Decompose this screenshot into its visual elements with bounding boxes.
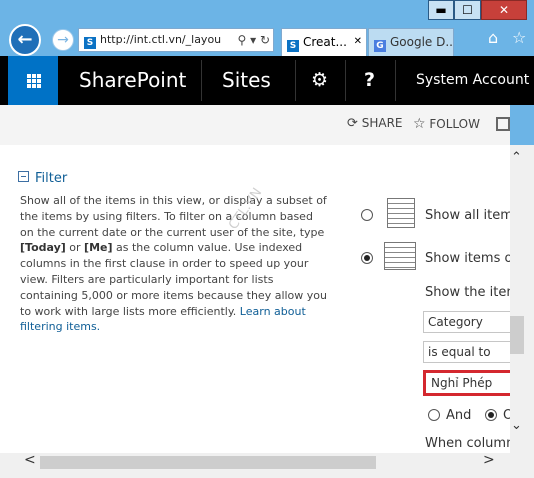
and-radio[interactable] bbox=[428, 409, 440, 421]
tab-close-icon[interactable]: ✕ bbox=[354, 29, 362, 55]
focus-mode-icon[interactable] bbox=[496, 117, 510, 131]
sharepoint-icon: S bbox=[287, 40, 299, 52]
column-select[interactable]: Category bbox=[423, 311, 511, 333]
arrow-right-icon: → bbox=[57, 32, 69, 48]
google-icon: G bbox=[374, 40, 386, 52]
scroll-up-icon[interactable]: ⌃ bbox=[511, 150, 522, 165]
me-token: [Me] bbox=[84, 241, 113, 255]
star-icon: ☆ bbox=[413, 116, 426, 132]
or-radio[interactable] bbox=[485, 409, 497, 421]
filter-section-toggle[interactable]: Filter bbox=[18, 171, 67, 186]
share-label: SHARE bbox=[361, 116, 403, 130]
scroll-right-icon[interactable]: > bbox=[483, 452, 495, 468]
user-account-menu[interactable]: System Account bbox=[416, 56, 529, 105]
vertical-scroll-thumb[interactable] bbox=[510, 316, 524, 354]
refresh-icon[interactable]: ↻ bbox=[260, 33, 270, 47]
follow-label: FOLLOW bbox=[429, 117, 480, 131]
filter-value-input[interactable]: Nghỉ Phép bbox=[423, 370, 513, 396]
close-window-button[interactable]: ✕ bbox=[481, 0, 527, 20]
show-all-label: Show all items bbox=[425, 208, 520, 223]
app-launcher-button[interactable] bbox=[8, 56, 58, 105]
favorites-star-icon[interactable]: ☆ bbox=[512, 30, 528, 46]
url-text: http://int.ctl.vn/_layou bbox=[100, 33, 222, 46]
filter-title: Filter bbox=[35, 171, 68, 186]
divider bbox=[345, 60, 346, 101]
show-only-label: Show items on bbox=[425, 251, 521, 266]
share-button[interactable]: ⟳ SHARE bbox=[347, 116, 403, 131]
forward-button[interactable]: → bbox=[52, 29, 74, 51]
list-grid-icon bbox=[387, 198, 415, 228]
tab-label: Google D... bbox=[390, 35, 454, 49]
filtered-grid-icon bbox=[384, 242, 416, 270]
horizontal-scroll-thumb[interactable] bbox=[40, 456, 376, 469]
tab-create[interactable]: S Creat... ✕ bbox=[281, 28, 367, 56]
address-bar[interactable]: Shttp://int.ctl.vn/_layou ⚲ ▾ ↻ bbox=[78, 28, 274, 52]
scroll-left-icon[interactable]: < bbox=[24, 452, 36, 468]
tab-label: Creat... bbox=[303, 35, 347, 49]
minimize-button[interactable]: ▬ bbox=[428, 0, 454, 20]
search-icon[interactable]: ⚲ bbox=[237, 33, 246, 47]
maximize-button[interactable]: ☐ bbox=[454, 0, 481, 20]
operator-select[interactable]: is equal to bbox=[423, 341, 511, 363]
filter-description: Show all of the items in this view, or d… bbox=[20, 193, 328, 335]
sharepoint-icon: S bbox=[84, 37, 96, 49]
today-token: [Today] bbox=[20, 241, 66, 255]
scroll-down-icon[interactable]: ⌄ bbox=[511, 418, 522, 433]
home-icon[interactable]: ⌂ bbox=[488, 30, 504, 46]
desc-text: Show all of the items in this view, or d… bbox=[20, 194, 327, 239]
tab-google-docs[interactable]: G Google D... bbox=[368, 28, 454, 56]
sites-link[interactable]: Sites bbox=[222, 56, 271, 105]
settings-gear-icon[interactable]: ⚙ bbox=[311, 56, 328, 105]
sharepoint-brand[interactable]: SharePoint bbox=[79, 56, 186, 105]
divider bbox=[201, 60, 202, 101]
when-column-label: When column bbox=[425, 436, 515, 451]
address-controls[interactable]: ⚲ ▾ ↻ bbox=[237, 29, 270, 51]
show-only-radio[interactable] bbox=[361, 252, 373, 264]
divider bbox=[395, 60, 396, 101]
divider bbox=[295, 60, 296, 101]
and-label: And bbox=[446, 408, 472, 423]
back-button[interactable]: ← bbox=[9, 24, 41, 56]
collapse-icon bbox=[18, 171, 29, 182]
arrow-left-icon: ← bbox=[17, 29, 33, 50]
show-all-radio[interactable] bbox=[361, 209, 373, 221]
vertical-scrollbar[interactable] bbox=[510, 145, 534, 453]
follow-button[interactable]: ☆ FOLLOW bbox=[413, 116, 480, 132]
share-icon: ⟳ bbox=[347, 116, 358, 131]
desc-text: or bbox=[65, 241, 85, 255]
dropdown-icon[interactable]: ▾ bbox=[250, 33, 256, 47]
help-icon[interactable]: ? bbox=[364, 56, 375, 105]
